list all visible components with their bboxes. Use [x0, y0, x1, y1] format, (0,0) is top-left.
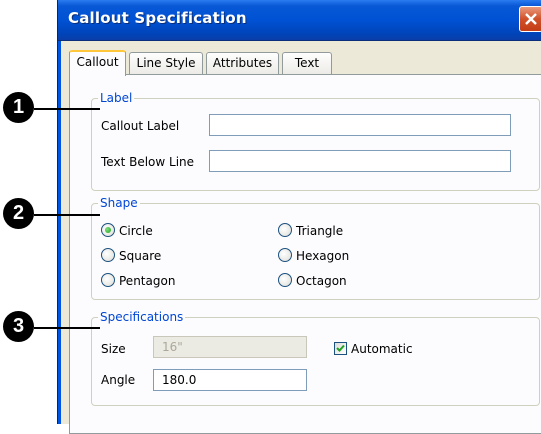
callout-marker-2: 2: [3, 198, 34, 229]
callout-marker-1: 1: [3, 92, 34, 123]
checkmark-icon: [336, 344, 345, 352]
radio-circle[interactable]: [101, 223, 115, 237]
title-bar[interactable]: Callout Specification: [58, 0, 541, 41]
radio-hexagon-label[interactable]: Hexagon: [296, 249, 349, 263]
size-label: Size: [101, 342, 126, 356]
tab-attributes[interactable]: Attributes: [206, 52, 279, 74]
radio-selected-dot: [105, 227, 111, 233]
radio-circle-label[interactable]: Circle: [119, 224, 153, 238]
callout-3-leader-line: [34, 327, 100, 329]
automatic-label[interactable]: Automatic: [351, 342, 413, 356]
dialog-window: Callout Specification Callout Line Style…: [57, 0, 541, 434]
callout-1-leader-line: [34, 108, 100, 110]
callout-marker-3: 3: [3, 311, 34, 342]
radio-octagon-label[interactable]: Octagon: [296, 274, 347, 288]
automatic-checkbox[interactable]: [334, 342, 347, 355]
label-group: Label Callout Label Text Below Line: [91, 91, 540, 191]
radio-triangle[interactable]: [278, 223, 292, 237]
specifications-group: Specifications Size Automatic Angle: [91, 310, 540, 406]
callout-2-leader-line: [34, 214, 100, 216]
size-input: [153, 336, 307, 358]
radio-triangle-label[interactable]: Triangle: [296, 224, 343, 238]
radio-hexagon[interactable]: [278, 248, 292, 262]
specifications-group-legend: Specifications: [98, 310, 186, 324]
tab-line-style[interactable]: Line Style: [129, 52, 203, 74]
radio-square[interactable]: [101, 248, 115, 262]
close-button[interactable]: [519, 6, 541, 32]
tab-callout[interactable]: Callout: [69, 50, 126, 76]
radio-square-label[interactable]: Square: [119, 249, 161, 263]
callout-label-label: Callout Label: [101, 119, 180, 133]
angle-label: Angle: [101, 373, 136, 387]
radio-pentagon-label[interactable]: Pentagon: [119, 274, 175, 288]
radio-pentagon[interactable]: [101, 273, 115, 287]
callout-label-input[interactable]: [209, 114, 511, 136]
angle-input[interactable]: [153, 369, 307, 391]
text-below-line-input[interactable]: [209, 150, 511, 172]
radio-octagon[interactable]: [278, 273, 292, 287]
tab-text[interactable]: Text: [282, 52, 332, 74]
shape-group: Shape Circle Square Pentagon Triangle He…: [91, 196, 540, 300]
dialog-title: Callout Specification: [68, 9, 247, 27]
text-below-line-label: Text Below Line: [101, 155, 195, 169]
shape-group-legend: Shape: [98, 196, 140, 210]
label-group-legend: Label: [98, 91, 135, 105]
tab-panel-callout: Label Callout Label Text Below Line Shap…: [69, 74, 541, 434]
close-icon: [525, 13, 537, 25]
